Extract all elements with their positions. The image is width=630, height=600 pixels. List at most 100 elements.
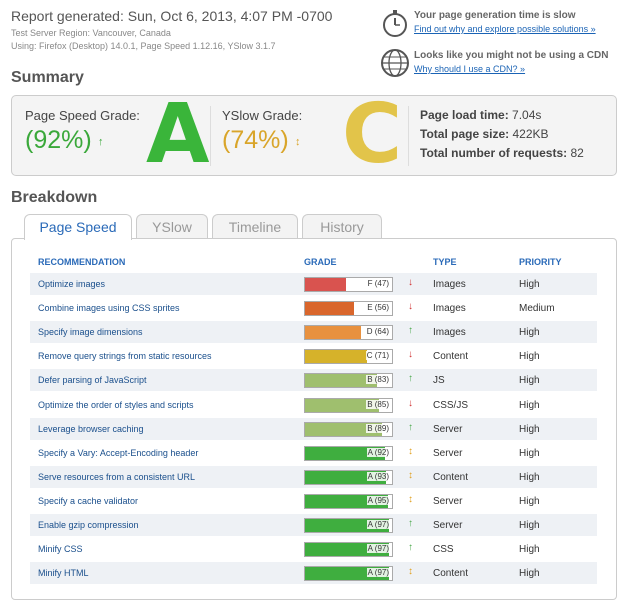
recommendation-name[interactable]: Defer parsing of JavaScript: [38, 375, 147, 385]
globe-icon: [380, 48, 410, 78]
recommendation-type: Server: [433, 520, 463, 531]
recommendation-name[interactable]: Optimize the order of styles and scripts: [38, 400, 194, 410]
tab-page-speed[interactable]: Page Speed: [24, 214, 132, 240]
table-row[interactable]: Defer parsing of JavaScript B (83) ↑ JS High: [30, 369, 597, 392]
grade-bar: B (89): [304, 421, 393, 437]
yslow-trend-icon: ↕: [295, 136, 301, 148]
grade-value: D (64): [365, 327, 390, 337]
grade-value: A (97): [366, 520, 390, 529]
breakdown-title: Breakdown: [11, 189, 98, 206]
table-row[interactable]: Specify a cache validator A (95) ↕ Server Hi…: [30, 490, 597, 512]
grade-value: A (95): [366, 495, 390, 505]
yslow-grade: YSlow Grade: (74%) ↕ C: [210, 94, 402, 176]
recommendation-type: Images: [433, 303, 466, 315]
grade-value: A (97): [366, 568, 390, 578]
recommendation-name[interactable]: Specify image dimensions: [38, 327, 143, 337]
grade-bar: A (93): [304, 469, 393, 485]
recommendation-name[interactable]: Specify a Vary: Accept-Encoding header: [38, 448, 198, 458]
grade-value: B (89): [366, 423, 390, 433]
table-row[interactable]: Specify image dimensions D (64) ↑ Images Hig…: [30, 321, 597, 344]
table-row[interactable]: Combine images using CSS sprites E (56) ↓ I…: [30, 297, 597, 319]
recommendation-priority: High: [519, 568, 540, 580]
trend-arrow-icon: ↑: [408, 325, 413, 337]
col-type[interactable]: TYPE: [433, 257, 457, 267]
pagespeed-pct: (92%): [25, 126, 92, 154]
recommendation-name[interactable]: Specify a cache validator: [38, 496, 138, 506]
recommendation-type: Content: [433, 568, 469, 580]
grade-bar: F (47): [304, 277, 393, 292]
grade-bar: B (83): [304, 373, 393, 389]
table-row[interactable]: Remove query strings from static resourc…: [30, 345, 597, 367]
grade-value: E (56): [366, 303, 390, 313]
notice-title: Your page generation time is slow: [414, 10, 576, 21]
recommendation-priority: Medium: [519, 303, 555, 315]
page-size-value: 422KB: [512, 127, 549, 141]
load-time-label: Page load time:: [420, 108, 509, 122]
cdn-notice: Looks like you might not be using a CDN …: [380, 48, 625, 80]
table-row[interactable]: Enable gzip compression A (97) ↑ Server High: [30, 514, 597, 536]
grade-bar-fill: [305, 302, 354, 316]
table-row[interactable]: Serve resources from a consistent URL A (…: [30, 465, 597, 488]
grade-value: F (47): [366, 279, 390, 288]
recommendation-priority: High: [519, 520, 540, 531]
recommendation-type: Images: [433, 327, 466, 339]
recommendation-name[interactable]: Serve resources from a consistent URL: [38, 472, 195, 482]
grade-value: B (85): [366, 399, 390, 409]
summary-title: Summary: [11, 69, 84, 86]
recommendation-type: Server: [433, 495, 463, 507]
trend-arrow-icon: ↕: [408, 469, 413, 481]
recommendation-name[interactable]: Optimize images: [38, 279, 105, 289]
requests-label: Total number of requests:: [420, 146, 568, 160]
recommendation-priority: High: [519, 399, 540, 411]
table-row[interactable]: Optimize images F (47) ↓ Images High: [30, 273, 597, 295]
recommendation-type: CSS/JS: [433, 399, 469, 411]
explore-solutions-link[interactable]: Find out why and explore possible soluti…: [414, 24, 596, 34]
recommendation-name[interactable]: Leverage browser caching: [38, 424, 144, 434]
recommendation-priority: High: [519, 279, 540, 290]
grade-bar: A (97): [304, 542, 393, 558]
trend-arrow-icon: ↓: [408, 349, 413, 361]
tab-yslow[interactable]: YSlow: [136, 214, 208, 238]
col-priority[interactable]: PRIORITY: [519, 257, 562, 267]
grade-bar-fill: [305, 278, 346, 291]
page-size-label: Total page size:: [420, 127, 510, 141]
why-cdn-link[interactable]: Why should I use a CDN? »: [414, 64, 525, 74]
table-row[interactable]: Specify a Vary: Accept-Encoding header A …: [30, 442, 597, 464]
server-region: Test Server Region: Vancouver, Canada: [11, 28, 171, 38]
recommendation-type: JS: [433, 375, 445, 387]
grade-bar: E (56): [304, 301, 393, 317]
grade-bar: D (64): [304, 325, 393, 341]
recommendation-name[interactable]: Combine images using CSS sprites: [38, 303, 180, 313]
table-row[interactable]: Leverage browser caching B (89) ↑ Server Hig…: [30, 417, 597, 440]
page-generation-notice: Your page generation time is slow Find o…: [380, 8, 625, 40]
grade-value: B (83): [366, 375, 390, 385]
recommendation-name[interactable]: Minify HTML: [38, 568, 89, 578]
grade-value: C (71): [365, 351, 390, 361]
table-row[interactable]: Minify HTML A (97) ↕ Content High: [30, 562, 597, 585]
trend-arrow-icon: ↕: [408, 445, 413, 457]
recommendation-priority: High: [519, 375, 540, 387]
recommendation-name[interactable]: Minify CSS: [38, 544, 83, 554]
grade-value: A (92): [366, 447, 390, 457]
col-recommendation[interactable]: RECOMMENDATION: [38, 257, 125, 267]
table-row[interactable]: Minify CSS A (97) ↑ CSS High: [30, 538, 597, 560]
recommendation-name[interactable]: Enable gzip compression: [38, 520, 139, 530]
recommendation-type: Server: [433, 447, 463, 459]
trend-arrow-icon: ↕: [408, 493, 413, 505]
recommendation-type: Content: [433, 351, 469, 363]
tab-history[interactable]: History: [302, 214, 382, 238]
table-row[interactable]: Optimize the order of styles and scripts…: [30, 394, 597, 416]
tab-timeline[interactable]: Timeline: [212, 214, 298, 238]
load-time-value: 7.04s: [512, 108, 542, 122]
recommendation-priority: High: [519, 471, 540, 483]
pagespeed-trend-icon: ↑: [98, 136, 104, 148]
trend-arrow-icon: ↓: [408, 397, 413, 409]
trend-arrow-icon: ↑: [408, 542, 413, 554]
col-grade[interactable]: GRADE: [304, 257, 337, 267]
trend-arrow-icon: ↓: [408, 301, 413, 313]
recommendation-name[interactable]: Remove query strings from static resourc…: [38, 351, 212, 361]
recommendation-priority: High: [519, 351, 540, 363]
pagespeed-label: Page Speed Grade:: [25, 108, 140, 123]
trend-arrow-icon: ↑: [408, 373, 413, 385]
pagespeed-letter: A: [146, 87, 210, 182]
